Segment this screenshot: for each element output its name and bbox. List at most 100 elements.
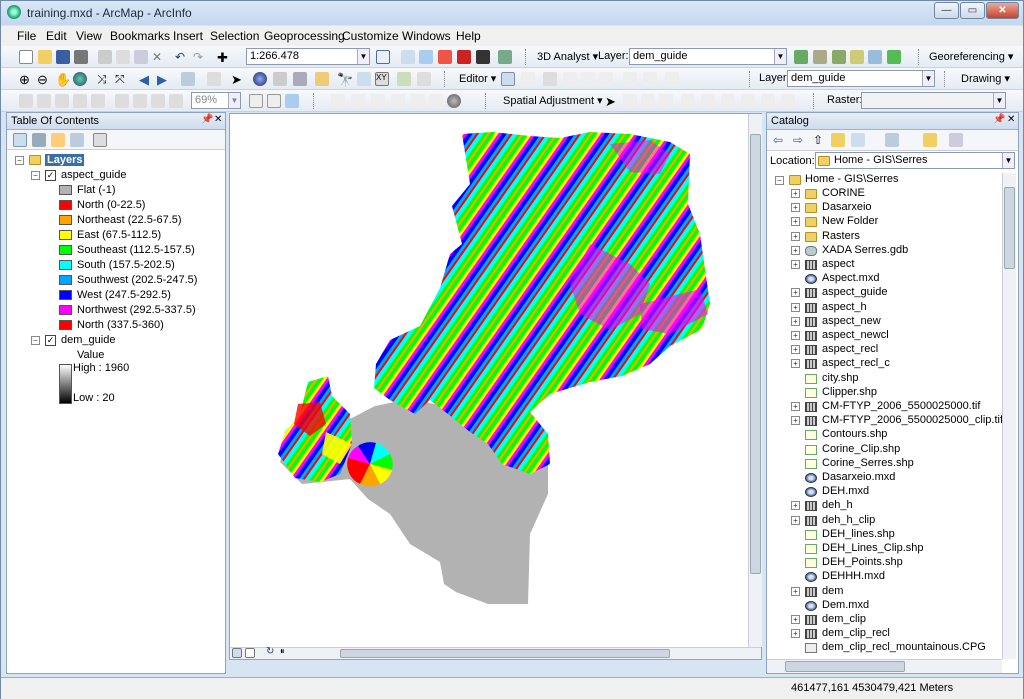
map-scale-combo[interactable]: 1:266.478 ▼: [246, 48, 370, 65]
new-limit-adjust-icon[interactable]: [781, 94, 795, 108]
expand-icon[interactable]: +: [791, 402, 800, 411]
layout-zoom-combo[interactable]: 69% ▼: [191, 92, 241, 109]
redo-icon[interactable]: ↷: [193, 50, 207, 64]
print-icon[interactable]: [74, 50, 88, 64]
model-builder-icon[interactable]: [498, 50, 512, 64]
time-slider-icon[interactable]: [397, 72, 411, 86]
toc-window-icon[interactable]: [401, 50, 415, 64]
scroll-thumb[interactable]: [340, 649, 670, 658]
edge-match-icon[interactable]: [721, 94, 735, 108]
modify-link-icon[interactable]: [371, 94, 385, 108]
fixed-zoom-layout-icon[interactable]: [115, 94, 129, 108]
list-by-selection-icon[interactable]: [70, 133, 84, 147]
arcscene-icon[interactable]: [868, 50, 882, 64]
minimize-button[interactable]: —: [934, 2, 959, 19]
catalog-horizontal-scrollbar[interactable]: [767, 659, 1002, 673]
multi-displacement-icon[interactable]: [659, 94, 673, 108]
save-icon[interactable]: [56, 50, 70, 64]
menu-windows[interactable]: Windows: [402, 29, 451, 43]
toolbar-grip[interactable]: [444, 71, 447, 87]
toggle-draft-icon[interactable]: [169, 94, 183, 108]
expand-icon[interactable]: +: [791, 515, 800, 525]
list-by-drawing-order-icon[interactable]: [13, 133, 27, 147]
expand-icon[interactable]: +: [791, 316, 800, 326]
layout-zoom-in-icon[interactable]: [19, 94, 33, 108]
expand-icon[interactable]: +: [791, 331, 800, 340]
measure-link-icon[interactable]: [411, 94, 425, 108]
menu-edit[interactable]: Edit: [46, 29, 67, 43]
identify-icon[interactable]: [253, 72, 267, 86]
3d-analyst-menu[interactable]: 3D Analyst ▾: [537, 50, 598, 63]
raster-combo[interactable]: ▼: [861, 92, 1006, 109]
straight-segment-icon[interactable]: [543, 72, 557, 86]
expand-icon[interactable]: +: [791, 615, 800, 624]
scroll-thumb[interactable]: [1004, 187, 1015, 269]
expand-icon[interactable]: +: [791, 302, 800, 312]
pause-drawing-icon[interactable]: ⏸: [280, 646, 290, 656]
toc-pin-icon[interactable]: 📌: [201, 114, 213, 125]
toolbar-grip[interactable]: [944, 71, 947, 87]
focus-data-frame-icon[interactable]: [249, 94, 263, 108]
edit-annotation-icon[interactable]: [521, 72, 535, 86]
paste-icon[interactable]: [134, 50, 148, 64]
layer2-combo[interactable]: dem_guide ▼: [787, 70, 935, 87]
select-elements-icon[interactable]: ➤: [231, 72, 245, 87]
multi-link-icon[interactable]: [391, 94, 405, 108]
catalog-forward-icon[interactable]: ⇨: [793, 133, 807, 147]
add-data-icon[interactable]: ✚: [217, 50, 231, 65]
select-elements-sa-icon[interactable]: ➤: [605, 94, 619, 109]
catalog-home-icon[interactable]: [831, 133, 845, 147]
catalog-options-icon[interactable]: [949, 133, 963, 147]
toc-close-icon[interactable]: ✕: [214, 114, 222, 125]
arcglobe-icon[interactable]: [887, 50, 901, 64]
menu-geoprocessing[interactable]: Geoprocessing: [264, 29, 345, 43]
collapse-icon[interactable]: −: [15, 156, 24, 165]
limited-adjustment-icon[interactable]: [447, 94, 461, 108]
python-window-icon[interactable]: [476, 50, 490, 64]
find-route-icon[interactable]: [357, 72, 371, 86]
catalog-vertical-scrollbar[interactable]: [1002, 173, 1016, 659]
full-extent-icon[interactable]: [73, 72, 87, 86]
toolbar-grip[interactable]: [813, 93, 816, 109]
map-view[interactable]: ↻ ⏸: [229, 113, 762, 660]
close-button[interactable]: ✕: [986, 2, 1019, 19]
layout-view-icon[interactable]: [245, 648, 255, 658]
expand-icon[interactable]: +: [791, 203, 800, 213]
expand-icon[interactable]: +: [791, 245, 800, 255]
zoom-in-icon[interactable]: ⊕: [19, 72, 33, 87]
pan-icon[interactable]: ✋: [55, 72, 71, 87]
toolbar-grip[interactable]: [918, 49, 921, 65]
link-table-icon[interactable]: [761, 94, 775, 108]
new-identity-link-icon[interactable]: [429, 94, 443, 108]
expand-icon[interactable]: +: [791, 416, 800, 426]
fixed-zoom-out-icon[interactable]: ⤧: [115, 72, 129, 86]
map-vertical-scrollbar[interactable]: [748, 114, 762, 647]
views-icon[interactable]: [885, 133, 899, 147]
toolbar-grip[interactable]: [313, 93, 316, 109]
collapse-icon[interactable]: −: [31, 336, 40, 345]
map-horizontal-scrollbar[interactable]: [300, 647, 740, 659]
reshape-icon[interactable]: [581, 72, 595, 86]
hyperlink-icon[interactable]: [273, 72, 287, 86]
copy-icon[interactable]: [116, 50, 130, 64]
undo-icon[interactable]: ↶: [175, 50, 189, 64]
toolbar-grip[interactable]: [525, 49, 528, 65]
expand-icon[interactable]: +: [791, 260, 800, 269]
editor-toolbar-icon[interactable]: [376, 50, 390, 64]
edit-tool-icon[interactable]: [501, 72, 515, 86]
back-extent-icon[interactable]: ◀: [139, 72, 153, 87]
expand-icon[interactable]: +: [791, 501, 800, 511]
attribute-transfer-icon[interactable]: [741, 94, 755, 108]
menu-file[interactable]: File: [17, 29, 36, 43]
catalog-back-icon[interactable]: ⇦: [773, 133, 787, 147]
view-link-table-icon[interactable]: [681, 94, 695, 108]
3d-layer-combo[interactable]: dem_guide ▼: [629, 48, 787, 65]
attributes-icon[interactable]: [623, 72, 637, 86]
menu-selection[interactable]: Selection: [210, 29, 259, 43]
measure-icon[interactable]: [315, 72, 329, 86]
expand-icon[interactable]: +: [791, 231, 800, 241]
adjust-tool-icon[interactable]: [331, 94, 345, 108]
connect-folder-icon[interactable]: [851, 133, 865, 147]
catalog-up-icon[interactable]: ⇧: [813, 133, 827, 147]
collapse-icon[interactable]: −: [775, 176, 784, 185]
